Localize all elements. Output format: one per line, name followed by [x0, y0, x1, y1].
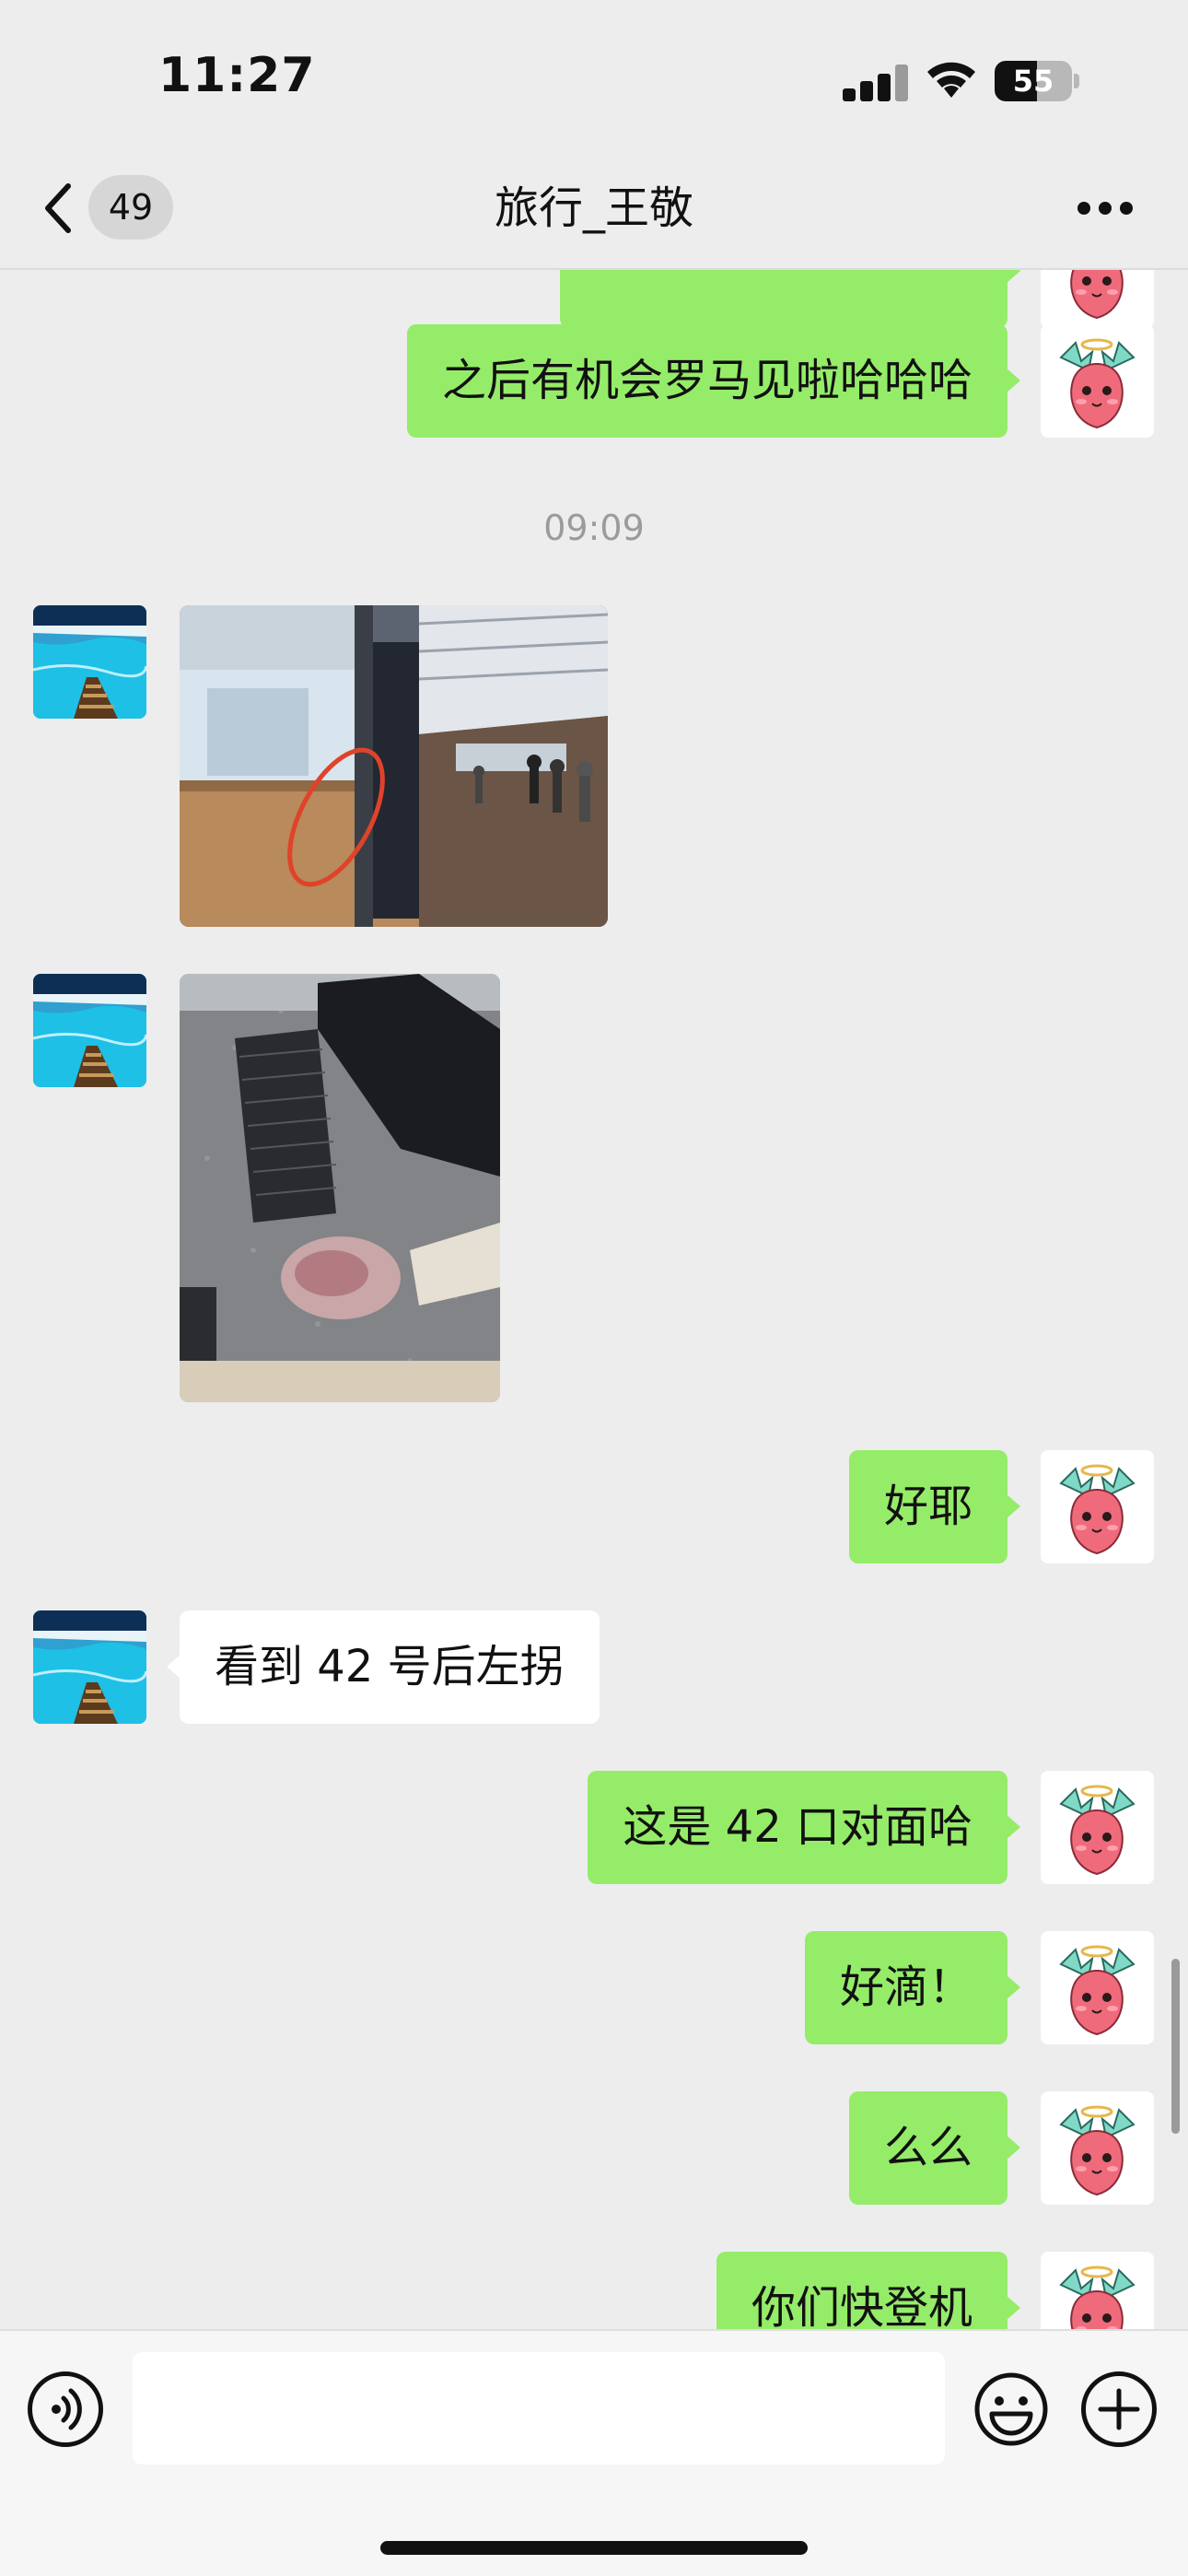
- cellular-signal-icon: [843, 64, 909, 101]
- back-chevron-icon[interactable]: [37, 181, 83, 236]
- my-avatar[interactable]: [1041, 2252, 1154, 2329]
- message-bubble-sent[interactable]: 么么: [848, 2091, 1021, 2205]
- my-avatar[interactable]: [1041, 270, 1154, 328]
- plus-icon[interactable]: [1081, 2371, 1157, 2447]
- message-bubble-sent[interactable]: 这是 42 口对面哈: [588, 1771, 1020, 1884]
- image-message-desk[interactable]: [180, 974, 500, 1402]
- battery-icon: 55: [995, 61, 1079, 101]
- wifi-icon: [927, 62, 975, 98]
- chat-header: 49 旅行_王敬: [0, 147, 1188, 270]
- status-bar: 11:27 55: [0, 0, 1188, 147]
- message-bubble-sent[interactable]: 你们快登机: [716, 2252, 1021, 2329]
- message-bubble-sent[interactable]: 好耶: [848, 1450, 1021, 1563]
- contact-avatar[interactable]: [33, 974, 146, 1087]
- scrollbar[interactable]: [1171, 1959, 1180, 2134]
- message-list[interactable]: 之后有机会罗马见啦哈哈哈 09:09 好耶 看到 42 号后左拐 这是 42 口…: [0, 270, 1188, 2329]
- message-bubble-partial[interactable]: [560, 270, 1020, 328]
- chat-title: 旅行_王敬: [494, 182, 693, 234]
- contact-avatar[interactable]: [33, 1610, 146, 1724]
- my-avatar[interactable]: [1041, 1931, 1154, 2044]
- more-icon[interactable]: [1077, 199, 1133, 217]
- my-avatar[interactable]: [1041, 324, 1154, 438]
- my-avatar[interactable]: [1041, 2091, 1154, 2205]
- status-time: 11:27: [158, 48, 316, 103]
- unread-count-badge[interactable]: 49: [88, 175, 173, 240]
- message-input[interactable]: [133, 2352, 945, 2465]
- battery-percent: 55: [1012, 64, 1054, 99]
- home-indicator: [380, 2541, 808, 2555]
- input-bar: [0, 2329, 1188, 2576]
- message-timestamp: 09:09: [543, 508, 645, 548]
- contact-avatar[interactable]: [33, 605, 146, 719]
- emoji-icon[interactable]: [973, 2371, 1049, 2447]
- my-avatar[interactable]: [1041, 1771, 1154, 1884]
- image-message-airport-gate[interactable]: [180, 605, 608, 927]
- message-bubble-sent[interactable]: 之后有机会罗马见啦哈哈哈: [406, 324, 1021, 438]
- message-bubble-received[interactable]: 看到 42 号后左拐: [167, 1610, 600, 1724]
- voice-icon[interactable]: [28, 2371, 103, 2447]
- my-avatar[interactable]: [1041, 1450, 1154, 1563]
- message-bubble-sent[interactable]: 好滴！: [804, 1931, 1021, 2044]
